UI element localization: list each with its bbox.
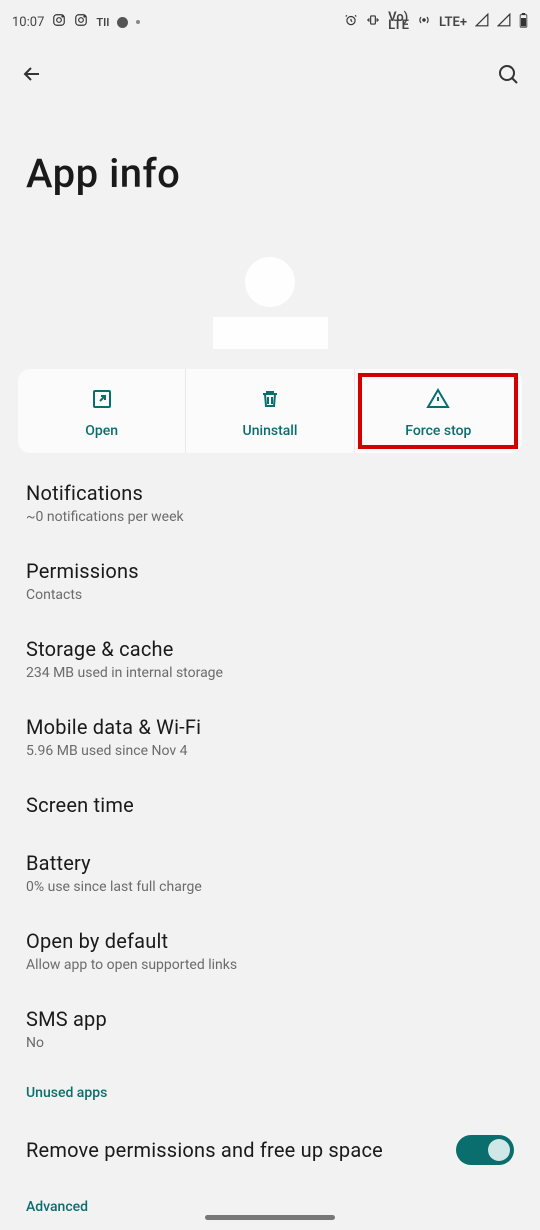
row-title: Remove permissions and free up space bbox=[26, 1138, 383, 1162]
notification-more-icon bbox=[136, 20, 140, 24]
row-mobile-data[interactable]: Mobile data & Wi-Fi 5.96 MB used since N… bbox=[26, 715, 514, 759]
row-sms-app[interactable]: SMS app No bbox=[26, 1007, 514, 1051]
toggle-thumb bbox=[488, 1139, 510, 1161]
row-title: Open by default bbox=[26, 929, 514, 953]
uninstall-button[interactable]: Uninstall bbox=[185, 369, 353, 453]
trash-icon bbox=[258, 387, 282, 415]
status-time: 10:07 bbox=[12, 15, 44, 30]
uninstall-label: Uninstall bbox=[243, 423, 298, 439]
force-stop-label: Force stop bbox=[405, 423, 471, 439]
instagram-icon bbox=[52, 13, 66, 31]
force-stop-button[interactable]: Force stop bbox=[354, 369, 522, 453]
row-subtitle: 234 MB used in internal storage bbox=[26, 665, 514, 681]
alarm-icon bbox=[344, 13, 358, 31]
row-subtitle: 0% use since last full charge bbox=[26, 879, 514, 895]
toggle-switch[interactable] bbox=[456, 1135, 514, 1165]
app-icon bbox=[245, 257, 295, 307]
signal-icon bbox=[475, 13, 489, 31]
status-bar: 10:07 TII Vo) LTE LTE+ bbox=[0, 0, 540, 44]
row-title: Battery bbox=[26, 851, 514, 875]
row-subtitle: ~0 notifications per week bbox=[26, 509, 514, 525]
battery-icon bbox=[519, 13, 528, 32]
vibrate-icon bbox=[366, 13, 380, 31]
section-unused-apps: Unused apps bbox=[26, 1085, 514, 1101]
row-title: Mobile data & Wi-Fi bbox=[26, 715, 514, 739]
lte-indicator: LTE+ bbox=[439, 15, 467, 30]
status-right: Vo) LTE LTE+ bbox=[344, 13, 528, 32]
row-battery[interactable]: Battery 0% use since last full charge bbox=[26, 851, 514, 895]
hotspot-icon bbox=[417, 13, 431, 31]
home-indicator[interactable] bbox=[205, 1215, 335, 1220]
row-subtitle: 5.96 MB used since Nov 4 bbox=[26, 743, 514, 759]
row-open-by-default[interactable]: Open by default Allow app to open suppor… bbox=[26, 929, 514, 973]
row-storage[interactable]: Storage & cache 234 MB used in internal … bbox=[26, 637, 514, 681]
section-advanced: Advanced bbox=[26, 1199, 514, 1215]
notification-dot-icon bbox=[117, 17, 128, 28]
app-name-placeholder bbox=[213, 317, 328, 349]
row-subtitle: Contacts bbox=[26, 587, 514, 603]
search-icon bbox=[496, 62, 520, 86]
row-screen-time[interactable]: Screen time bbox=[26, 793, 514, 817]
signal-icon bbox=[497, 13, 511, 31]
status-left: 10:07 TII bbox=[12, 13, 140, 31]
page-title: App info bbox=[26, 150, 514, 197]
row-title: Storage & cache bbox=[26, 637, 514, 661]
app-abbrev: TII bbox=[96, 16, 109, 29]
open-label: Open bbox=[85, 423, 118, 439]
row-title: Screen time bbox=[26, 793, 514, 817]
open-button[interactable]: Open bbox=[18, 369, 185, 453]
row-title: Notifications bbox=[26, 481, 514, 505]
settings-list: Notifications ~0 notifications per week … bbox=[0, 453, 540, 1195]
row-subtitle: Allow app to open supported links bbox=[26, 957, 514, 973]
row-title: Permissions bbox=[26, 559, 514, 583]
row-subtitle: No bbox=[26, 1035, 514, 1051]
action-row: Open Uninstall Force stop bbox=[18, 369, 522, 453]
search-button[interactable] bbox=[496, 62, 520, 90]
warning-icon bbox=[426, 387, 450, 415]
row-title: SMS app bbox=[26, 1007, 514, 1031]
arrow-left-icon bbox=[20, 62, 44, 86]
row-notifications[interactable]: Notifications ~0 notifications per week bbox=[26, 481, 514, 525]
open-icon bbox=[90, 387, 114, 415]
row-permissions[interactable]: Permissions Contacts bbox=[26, 559, 514, 603]
app-bar bbox=[0, 44, 540, 100]
volte-indicator: Vo) LTE bbox=[388, 14, 409, 30]
instagram-icon bbox=[74, 13, 88, 31]
back-button[interactable] bbox=[20, 62, 44, 90]
row-remove-permissions[interactable]: Remove permissions and free up space bbox=[26, 1135, 514, 1165]
app-identity bbox=[0, 257, 540, 349]
page-header: App info bbox=[0, 100, 540, 257]
